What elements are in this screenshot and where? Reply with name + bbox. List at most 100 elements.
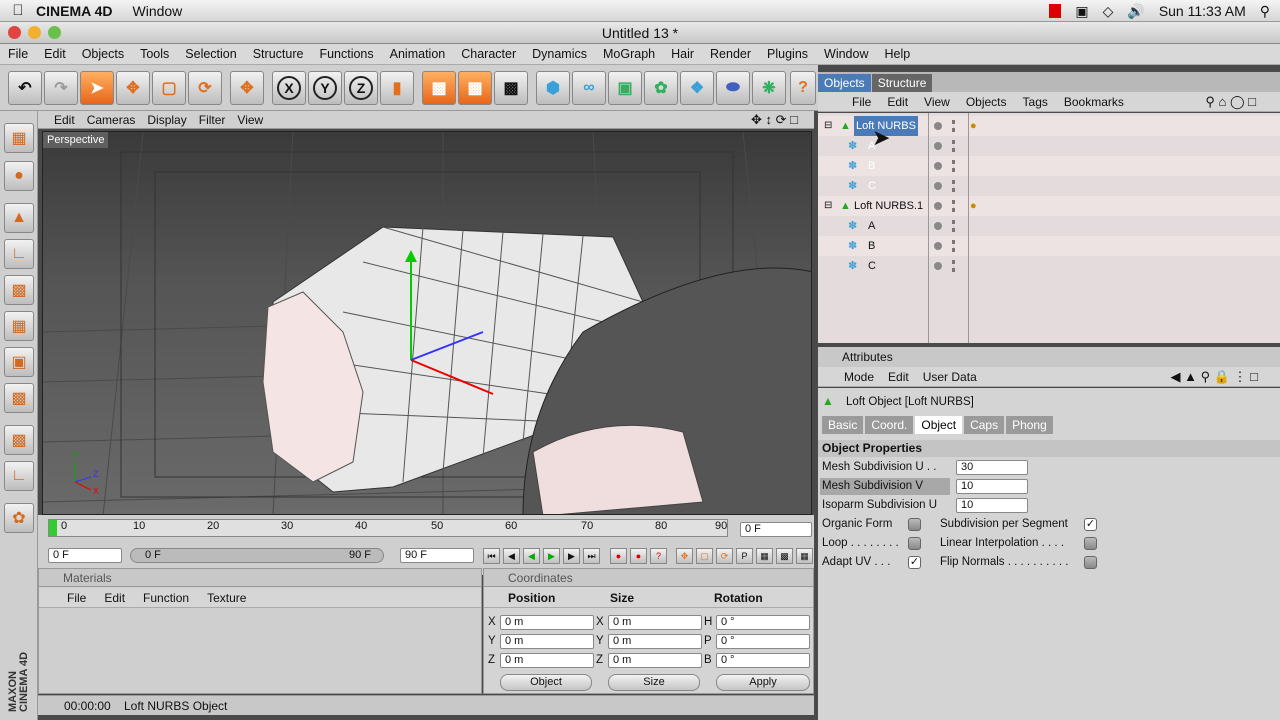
layout-icon[interactable]: ▦ [4,123,34,153]
size-mode-select[interactable]: Size [608,674,700,691]
light-icon[interactable]: ❋ [752,71,786,105]
autokey-icon[interactable]: ● [630,548,647,564]
render-view-icon[interactable]: ▩ [422,71,456,105]
render-dots[interactable] [952,200,956,212]
objects-search-icon[interactable]: ⚲ ⌂ ◯ □ [1205,94,1272,110]
goto-start-icon[interactable]: ⏮ [483,548,500,564]
render-dots[interactable] [952,240,956,252]
render-settings-icon[interactable]: ▩ [494,71,528,105]
render-picture-viewer-icon[interactable]: ▩ [458,71,492,105]
render-dots[interactable] [952,220,956,232]
object-name[interactable]: Loft NURBS.1 [854,196,923,216]
subdivision-per-segment-checkbox[interactable]: ✓ [1084,518,1097,531]
menu-selection[interactable]: Selection [177,47,244,61]
scene-icon[interactable]: ⬬ [716,71,750,105]
y-axis-lock-button[interactable]: Y [308,71,342,105]
visibility-dot[interactable] [934,142,942,150]
objects-menu-edit[interactable]: Edit [887,95,924,109]
array-icon[interactable]: ✿ [644,71,678,105]
position-z-field[interactable]: 0 m [500,653,594,668]
materials-menu-file[interactable]: File [67,591,104,605]
objects-menu-bookmarks[interactable]: Bookmarks [1064,95,1140,109]
rotate-icon[interactable]: ⟳ [188,71,222,105]
phong-tag-icon[interactable]: ● [970,196,977,216]
wifi-icon[interactable]: ◇ [1103,3,1114,20]
menu-hair[interactable]: Hair [663,47,702,61]
start-frame-field[interactable]: 0 F [48,548,122,563]
timeline-menu-icon[interactable]: ▦ [796,548,813,564]
loop-checkbox[interactable] [908,537,921,550]
play-forward-icon[interactable]: ▶ [543,548,560,564]
object-mode-icon[interactable]: ▲ [4,203,34,233]
deformer-icon[interactable]: ❖ [680,71,714,105]
end-frame-field[interactable]: 90 F [400,548,474,563]
attributes-menu-edit[interactable]: Edit [888,370,923,384]
axis-mode-icon[interactable]: ∟ [4,239,34,269]
objects-menu-objects[interactable]: Objects [966,95,1023,109]
render-dots[interactable] [952,120,956,132]
key-position-icon[interactable]: ✥ [676,548,693,564]
visibility-dot[interactable] [934,202,942,210]
record-keys-icon[interactable]: ● [610,548,627,564]
mesh-subdivision-v-field[interactable]: 10 [956,479,1028,494]
uv-mode-icon[interactable]: ▩ [4,383,34,413]
tab-structure[interactable]: Structure [871,74,933,92]
playhead[interactable] [49,520,57,536]
rotation-p-field[interactable]: 0 ° [716,634,810,649]
interpolation-icon[interactable]: ▩ [776,548,793,564]
menu-render[interactable]: Render [702,47,759,61]
object-name[interactable]: C [868,256,876,276]
screen-icon[interactable]: ▣ [1075,3,1088,20]
render-dots[interactable] [952,140,956,152]
menu-window[interactable]: Window [816,47,876,61]
materials-menu-function[interactable]: Function [143,591,207,605]
snap-icon[interactable]: ✿ [4,503,34,533]
key-scale-icon[interactable]: ▢ [696,548,713,564]
visibility-dot[interactable] [934,262,942,270]
volume-icon[interactable]: 🔊 [1127,3,1144,20]
clock[interactable]: Sun 11:33 AM [1159,3,1246,19]
objects-menu-tags[interactable]: Tags [1023,95,1064,109]
object-row-spline-c[interactable]: ✽ C [818,256,1280,276]
undo-icon[interactable]: ↶ [8,71,42,105]
render-dots[interactable] [952,260,956,272]
close-window-button[interactable] [8,26,21,39]
live-selection-icon[interactable]: ➤ [80,71,114,105]
preview-range-slider[interactable]: 0 F 90 F [130,548,384,563]
collapse-icon[interactable]: ⊟ [824,196,832,216]
redo-icon[interactable]: ↷ [44,71,78,105]
objects-menu-file[interactable]: File [852,95,887,109]
menu-structure[interactable]: Structure [245,47,312,61]
model-mode-icon[interactable]: ● [4,161,34,191]
texture-mode-icon[interactable]: ▩ [4,425,34,455]
points-mode-icon[interactable]: ▩ [4,275,34,305]
tab-coord[interactable]: Coord. [865,416,914,434]
key-parameter-icon[interactable]: P [736,548,753,564]
object-row-spline-b[interactable]: ✽ B [818,156,1280,176]
rotation-b-field[interactable]: 0 ° [716,653,810,668]
edges-mode-icon[interactable]: ▦ [4,311,34,341]
object-name[interactable]: B [868,156,875,176]
viewport-menu-cameras[interactable]: Cameras [87,113,148,127]
menu-character[interactable]: Character [453,47,524,61]
key-pla-icon[interactable]: ▦ [756,548,773,564]
recent-tool-icon[interactable]: ✥ [230,71,264,105]
step-forward-icon[interactable]: ▶ [563,548,580,564]
apple-icon[interactable]:  [0,2,36,19]
object-name[interactable]: A [868,216,875,236]
tab-objects[interactable]: Objects [818,74,871,92]
workplane-icon[interactable]: ∟ [4,461,34,491]
adapt-uv-checkbox[interactable]: ✓ [908,556,921,569]
mac-menu-window[interactable]: Window [133,3,183,19]
position-x-field[interactable]: 0 m [500,615,594,630]
visibility-dot[interactable] [934,162,942,170]
isoparm-subdivision-field[interactable]: 10 [956,498,1028,513]
menu-animation[interactable]: Animation [382,47,454,61]
viewport-menu-edit[interactable]: Edit [54,113,87,127]
viewport-menu-filter[interactable]: Filter [199,113,238,127]
viewport-nav-icons[interactable]: ✥ ↕ ⟳ □ [751,112,810,128]
move-icon[interactable]: ✥ [116,71,150,105]
menu-objects[interactable]: Objects [74,47,132,61]
object-row-spline-b[interactable]: ✽ B [818,236,1280,256]
app-menu-name[interactable]: CINEMA 4D [36,3,113,19]
